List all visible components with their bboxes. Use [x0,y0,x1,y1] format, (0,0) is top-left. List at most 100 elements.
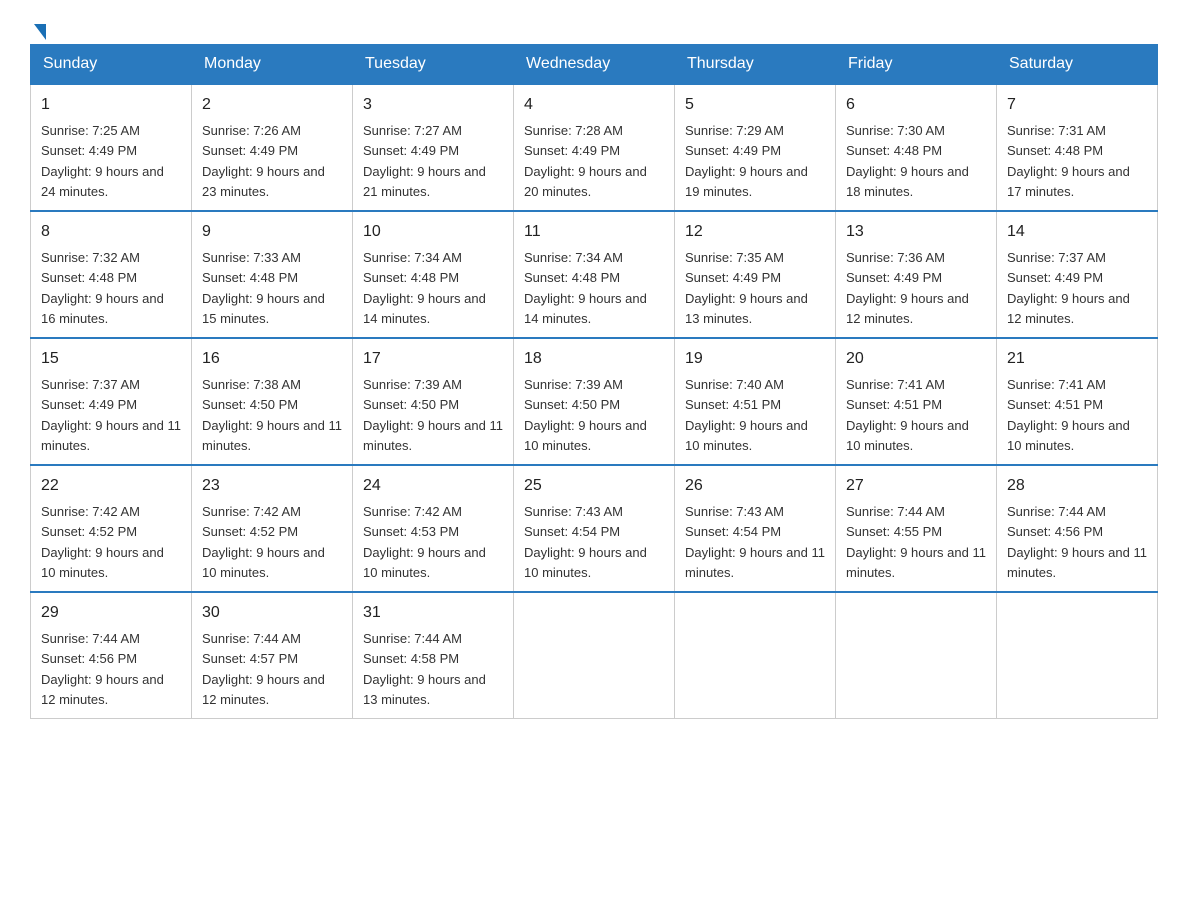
day-cell: 1 Sunrise: 7:25 AMSunset: 4:49 PMDayligh… [31,84,192,211]
day-cell: 12 Sunrise: 7:35 AMSunset: 4:49 PMDaylig… [675,211,836,338]
day-number: 10 [363,220,503,244]
day-info: Sunrise: 7:43 AMSunset: 4:54 PMDaylight:… [524,504,647,580]
day-info: Sunrise: 7:43 AMSunset: 4:54 PMDaylight:… [685,504,825,580]
day-info: Sunrise: 7:44 AMSunset: 4:56 PMDaylight:… [41,631,164,707]
day-cell: 13 Sunrise: 7:36 AMSunset: 4:49 PMDaylig… [836,211,997,338]
day-info: Sunrise: 7:44 AMSunset: 4:57 PMDaylight:… [202,631,325,707]
day-info: Sunrise: 7:40 AMSunset: 4:51 PMDaylight:… [685,377,808,453]
day-number: 27 [846,474,986,498]
day-info: Sunrise: 7:39 AMSunset: 4:50 PMDaylight:… [363,377,503,453]
day-number: 22 [41,474,181,498]
day-cell: 23 Sunrise: 7:42 AMSunset: 4:52 PMDaylig… [192,465,353,592]
day-info: Sunrise: 7:35 AMSunset: 4:49 PMDaylight:… [685,250,808,326]
day-cell [836,592,997,719]
logo [30,20,46,34]
header-cell-sunday: Sunday [31,45,192,85]
day-number: 29 [41,601,181,625]
day-info: Sunrise: 7:42 AMSunset: 4:52 PMDaylight:… [202,504,325,580]
header-cell-wednesday: Wednesday [514,45,675,85]
day-cell: 9 Sunrise: 7:33 AMSunset: 4:48 PMDayligh… [192,211,353,338]
day-cell: 16 Sunrise: 7:38 AMSunset: 4:50 PMDaylig… [192,338,353,465]
day-info: Sunrise: 7:33 AMSunset: 4:48 PMDaylight:… [202,250,325,326]
day-info: Sunrise: 7:41 AMSunset: 4:51 PMDaylight:… [1007,377,1130,453]
day-cell: 3 Sunrise: 7:27 AMSunset: 4:49 PMDayligh… [353,84,514,211]
day-cell: 14 Sunrise: 7:37 AMSunset: 4:49 PMDaylig… [997,211,1158,338]
day-cell: 10 Sunrise: 7:34 AMSunset: 4:48 PMDaylig… [353,211,514,338]
header-cell-monday: Monday [192,45,353,85]
day-info: Sunrise: 7:25 AMSunset: 4:49 PMDaylight:… [41,123,164,199]
day-number: 20 [846,347,986,371]
day-cell: 25 Sunrise: 7:43 AMSunset: 4:54 PMDaylig… [514,465,675,592]
day-number: 16 [202,347,342,371]
day-cell [675,592,836,719]
day-cell: 15 Sunrise: 7:37 AMSunset: 4:49 PMDaylig… [31,338,192,465]
logo-arrow-icon [34,24,46,40]
week-row-4: 22 Sunrise: 7:42 AMSunset: 4:52 PMDaylig… [31,465,1158,592]
day-cell [997,592,1158,719]
day-cell [514,592,675,719]
day-info: Sunrise: 7:36 AMSunset: 4:49 PMDaylight:… [846,250,969,326]
day-info: Sunrise: 7:44 AMSunset: 4:58 PMDaylight:… [363,631,486,707]
day-cell: 26 Sunrise: 7:43 AMSunset: 4:54 PMDaylig… [675,465,836,592]
calendar-body: 1 Sunrise: 7:25 AMSunset: 4:49 PMDayligh… [31,84,1158,719]
day-cell: 20 Sunrise: 7:41 AMSunset: 4:51 PMDaylig… [836,338,997,465]
calendar-header: SundayMondayTuesdayWednesdayThursdayFrid… [31,45,1158,85]
day-info: Sunrise: 7:28 AMSunset: 4:49 PMDaylight:… [524,123,647,199]
header-cell-friday: Friday [836,45,997,85]
day-number: 21 [1007,347,1147,371]
day-cell: 17 Sunrise: 7:39 AMSunset: 4:50 PMDaylig… [353,338,514,465]
day-number: 14 [1007,220,1147,244]
page-header [30,20,1158,34]
day-number: 19 [685,347,825,371]
day-number: 6 [846,93,986,117]
day-info: Sunrise: 7:44 AMSunset: 4:55 PMDaylight:… [846,504,986,580]
day-cell: 30 Sunrise: 7:44 AMSunset: 4:57 PMDaylig… [192,592,353,719]
day-info: Sunrise: 7:34 AMSunset: 4:48 PMDaylight:… [524,250,647,326]
week-row-2: 8 Sunrise: 7:32 AMSunset: 4:48 PMDayligh… [31,211,1158,338]
day-cell: 31 Sunrise: 7:44 AMSunset: 4:58 PMDaylig… [353,592,514,719]
day-number: 18 [524,347,664,371]
day-cell: 21 Sunrise: 7:41 AMSunset: 4:51 PMDaylig… [997,338,1158,465]
day-cell: 18 Sunrise: 7:39 AMSunset: 4:50 PMDaylig… [514,338,675,465]
day-number: 17 [363,347,503,371]
day-number: 25 [524,474,664,498]
day-info: Sunrise: 7:26 AMSunset: 4:49 PMDaylight:… [202,123,325,199]
day-number: 13 [846,220,986,244]
day-number: 7 [1007,93,1147,117]
day-info: Sunrise: 7:34 AMSunset: 4:48 PMDaylight:… [363,250,486,326]
day-cell: 24 Sunrise: 7:42 AMSunset: 4:53 PMDaylig… [353,465,514,592]
day-info: Sunrise: 7:31 AMSunset: 4:48 PMDaylight:… [1007,123,1130,199]
day-info: Sunrise: 7:39 AMSunset: 4:50 PMDaylight:… [524,377,647,453]
day-number: 30 [202,601,342,625]
day-cell: 6 Sunrise: 7:30 AMSunset: 4:48 PMDayligh… [836,84,997,211]
day-number: 5 [685,93,825,117]
day-number: 4 [524,93,664,117]
day-number: 24 [363,474,503,498]
day-number: 26 [685,474,825,498]
day-cell: 7 Sunrise: 7:31 AMSunset: 4:48 PMDayligh… [997,84,1158,211]
day-info: Sunrise: 7:37 AMSunset: 4:49 PMDaylight:… [1007,250,1130,326]
header-row: SundayMondayTuesdayWednesdayThursdayFrid… [31,45,1158,85]
day-info: Sunrise: 7:37 AMSunset: 4:49 PMDaylight:… [41,377,181,453]
calendar-table: SundayMondayTuesdayWednesdayThursdayFrid… [30,44,1158,719]
header-cell-tuesday: Tuesday [353,45,514,85]
day-cell: 28 Sunrise: 7:44 AMSunset: 4:56 PMDaylig… [997,465,1158,592]
day-number: 12 [685,220,825,244]
week-row-5: 29 Sunrise: 7:44 AMSunset: 4:56 PMDaylig… [31,592,1158,719]
day-cell: 11 Sunrise: 7:34 AMSunset: 4:48 PMDaylig… [514,211,675,338]
week-row-3: 15 Sunrise: 7:37 AMSunset: 4:49 PMDaylig… [31,338,1158,465]
day-number: 1 [41,93,181,117]
day-cell: 27 Sunrise: 7:44 AMSunset: 4:55 PMDaylig… [836,465,997,592]
day-info: Sunrise: 7:41 AMSunset: 4:51 PMDaylight:… [846,377,969,453]
header-cell-saturday: Saturday [997,45,1158,85]
day-number: 2 [202,93,342,117]
day-cell: 19 Sunrise: 7:40 AMSunset: 4:51 PMDaylig… [675,338,836,465]
header-cell-thursday: Thursday [675,45,836,85]
day-number: 3 [363,93,503,117]
day-info: Sunrise: 7:44 AMSunset: 4:56 PMDaylight:… [1007,504,1147,580]
day-cell: 8 Sunrise: 7:32 AMSunset: 4:48 PMDayligh… [31,211,192,338]
day-info: Sunrise: 7:30 AMSunset: 4:48 PMDaylight:… [846,123,969,199]
week-row-1: 1 Sunrise: 7:25 AMSunset: 4:49 PMDayligh… [31,84,1158,211]
day-cell: 22 Sunrise: 7:42 AMSunset: 4:52 PMDaylig… [31,465,192,592]
day-number: 15 [41,347,181,371]
